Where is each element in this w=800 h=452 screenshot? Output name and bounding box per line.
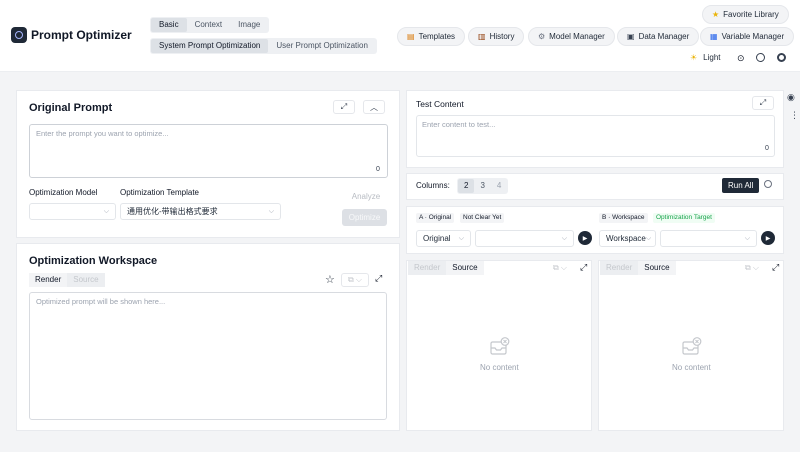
optimization-model-select[interactable]: ⌵ (29, 203, 116, 220)
column-b-tag: B · Workspace (599, 213, 648, 223)
mode-tabs: Basic Context Image (150, 17, 270, 33)
column-a-empty-text: No content (480, 363, 519, 372)
chevron-down-icon: ⌵ (268, 207, 274, 215)
more-vertical-icon[interactable]: ⋮ (790, 110, 799, 121)
chevron-up-icon: ︿ (370, 102, 378, 112)
columns-option-4[interactable]: 4 (491, 179, 507, 193)
column-a-tab-source[interactable]: Source (446, 261, 484, 275)
settings-icon[interactable] (777, 53, 786, 64)
column-a-tab-render[interactable]: Render (408, 261, 447, 275)
language-icon[interactable] (756, 53, 765, 64)
chevron-down-icon: ⌵ (645, 234, 652, 242)
history-button[interactable]: ▥ History (468, 27, 525, 46)
column-a-run-button[interactable]: ▶ (578, 231, 592, 245)
original-prompt-title: Original Prompt (29, 102, 113, 114)
column-a-tag: A · Original (416, 213, 455, 223)
optimization-template-select[interactable]: 通用优化-带输出格式要求 ⌵ (120, 203, 281, 220)
tab-image[interactable]: Image (230, 18, 268, 32)
app-title: Prompt Optimizer (31, 28, 132, 42)
copy-icon: ⧉ ⌵ (348, 275, 362, 284)
numbers-icon: ▦ (710, 32, 718, 41)
prompt-type-tabs: System Prompt Optimization User Prompt O… (150, 38, 377, 54)
column-b-empty-text: No content (672, 363, 711, 372)
collapse-prompt-button[interactable]: ︿ (363, 100, 385, 114)
chevron-down-icon: ⌵ (103, 207, 109, 215)
optimize-button[interactable]: Optimize (342, 209, 387, 226)
column-a-model-select[interactable]: ⌵ (475, 230, 574, 247)
columns-label: Columns: (416, 181, 450, 190)
optimization-template-label: Optimization Template (120, 188, 199, 197)
column-a-view-tabs: Render Source (408, 261, 484, 275)
column-a-fullscreen-icon[interactable]: ⤢ (580, 262, 587, 273)
copy-dropdown-button[interactable]: ⧉ ⌵ (341, 273, 369, 287)
run-all-button[interactable]: Run All (722, 178, 760, 193)
copy-icon: ⧉ ⌵ (745, 263, 759, 272)
column-b-fullscreen-icon[interactable]: ⤢ (772, 262, 779, 273)
column-b-run-button[interactable]: ▶ (761, 231, 775, 245)
app-logo-icon (11, 27, 27, 43)
original-prompt-count: 0 (376, 166, 380, 173)
test-content-count: 0 (765, 145, 769, 152)
scroll-icon: ▥ (478, 32, 486, 41)
optimization-model-label: Optimization Model (29, 188, 98, 197)
floppy-icon: ▣ (627, 32, 635, 41)
memo-icon: ▤ (407, 32, 415, 41)
sun-icon: ☀ (690, 53, 698, 62)
workspace-tab-render[interactable]: Render (29, 273, 68, 287)
gear-icon: ⚙ (538, 32, 546, 41)
columns-option-2[interactable]: 2 (458, 179, 475, 193)
workspace-output[interactable] (29, 292, 387, 420)
original-prompt-placeholder: Enter the prompt you want to optimize... (36, 129, 169, 138)
help-icon[interactable] (764, 180, 772, 190)
column-b-model-select[interactable]: ⌵ (660, 230, 757, 247)
tab-user-prompt[interactable]: User Prompt Optimization (268, 39, 376, 53)
star-icon[interactable]: ☆ (325, 273, 335, 286)
workspace-placeholder: Optimized prompt will be shown here... (36, 297, 166, 306)
workspace-view-tabs: Render Source (29, 273, 105, 287)
columns-selector: 2 3 4 (457, 178, 509, 194)
copy-icon: ⧉ ⌵ (553, 263, 567, 272)
expand-icon: ⤢ (340, 102, 348, 111)
play-icon: ▶ (765, 235, 771, 242)
eye-icon[interactable]: ◉ (787, 92, 795, 103)
templates-button[interactable]: ▤ Templates (397, 27, 466, 46)
chevron-down-icon: ⌵ (744, 234, 750, 242)
fullscreen-icon[interactable]: ⤢ (375, 273, 382, 284)
column-a-source-select[interactable]: Original ⌵ (416, 230, 471, 247)
tab-system-prompt[interactable]: System Prompt Optimization (151, 39, 269, 53)
empty-inbox-icon (682, 337, 702, 355)
chevron-down-icon: ⌵ (561, 234, 567, 242)
github-icon[interactable]: ⊙ (737, 53, 745, 64)
test-content-title: Test Content (416, 99, 464, 109)
variable-manager-button[interactable]: ▦ Variable Manager (700, 27, 795, 46)
tab-basic[interactable]: Basic (151, 18, 187, 32)
column-b-view-tabs: Render Source (600, 261, 676, 275)
expand-icon: ⤢ (759, 98, 767, 107)
columns-option-3[interactable]: 3 (474, 179, 490, 193)
expand-test-button[interactable]: ⤢ (752, 96, 774, 110)
model-manager-button[interactable]: ⚙ Model Manager (528, 27, 615, 46)
empty-inbox-icon (490, 337, 510, 355)
favorite-library-button[interactable]: ★ Favorite Library (702, 5, 789, 24)
data-manager-button[interactable]: ▣ Data Manager (617, 27, 700, 46)
column-a-copy-button[interactable]: ⧉ ⌵ (547, 261, 573, 275)
chevron-down-icon: ⌵ (458, 234, 464, 242)
test-content-placeholder: Enter content to test... (422, 120, 496, 129)
analyze-button[interactable]: Analyze (345, 188, 387, 205)
column-b-source-select[interactable]: Workspace ⌵ (599, 230, 656, 247)
column-b-tab-render[interactable]: Render (600, 261, 639, 275)
workspace-title: Optimization Workspace (29, 255, 158, 267)
column-b-status: Optimization Target (653, 213, 715, 223)
theme-toggle[interactable]: ☀ Light (690, 53, 721, 62)
workspace-tab-source[interactable]: Source (67, 273, 105, 287)
column-b-tab-source[interactable]: Source (638, 261, 676, 275)
expand-prompt-button[interactable]: ⤢ (333, 100, 355, 114)
star-icon: ★ (712, 10, 720, 19)
column-b-copy-button[interactable]: ⧉ ⌵ (739, 261, 765, 275)
tab-context[interactable]: Context (187, 18, 231, 32)
column-a-status: Not Clear Yet (460, 213, 505, 223)
play-icon: ▶ (582, 235, 588, 242)
